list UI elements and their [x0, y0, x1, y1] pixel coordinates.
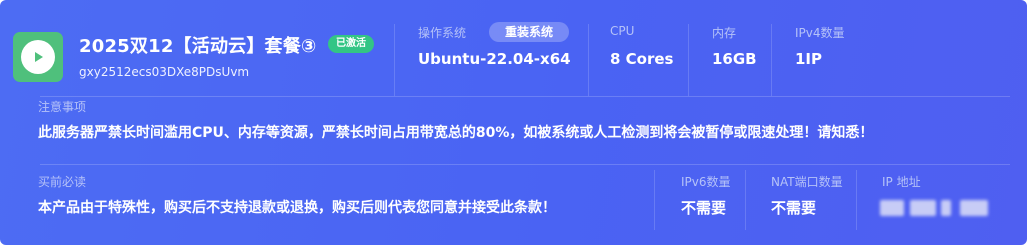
notice-text: 此服务器严禁长时间滥用CPU、内存等资源，严禁长时间占用带宽总的80%，如被系统… — [38, 125, 874, 141]
instance-title: 2025双12【活动云】套餐③ — [79, 36, 317, 57]
divider — [654, 170, 655, 230]
nat-label: NAT端口数量 — [771, 175, 843, 189]
cpu-value: 8 Cores — [610, 50, 674, 68]
purchase-text: 本产品由于特殊性，购买后不支持退款或退换，购买后则代表您同意并接受此条款！ — [38, 200, 556, 216]
redacted-ip — [910, 200, 936, 216]
divider — [688, 24, 689, 96]
cpu-label: CPU — [610, 24, 635, 38]
divider — [771, 24, 772, 96]
notice-label: 注意事项 — [38, 100, 87, 114]
redacted-ip — [941, 200, 951, 216]
ipv6-label: IPv6数量 — [681, 175, 731, 189]
redacted-ip — [960, 200, 988, 216]
divider — [394, 24, 395, 96]
purchase-label: 买前必读 — [38, 175, 87, 189]
os-value: Ubuntu-22.04-x64 — [418, 50, 571, 68]
instance-card: 2025双12【活动云】套餐③ 已激活 gxy2512ecs03DXe8PDsU… — [0, 0, 1027, 245]
divider — [856, 170, 857, 230]
instance-id: gxy2512ecs03DXe8PDsUvm — [79, 65, 250, 79]
os-label: 操作系统 — [418, 26, 467, 40]
redacted-ip — [880, 200, 904, 216]
status-badge: 已激活 — [328, 35, 374, 53]
divider — [40, 96, 1010, 97]
reinstall-os-button[interactable]: 重装系统 — [489, 22, 569, 42]
memory-value: 16GB — [712, 50, 757, 68]
ipv6-value: 不需要 — [681, 199, 727, 217]
nat-value: 不需要 — [771, 199, 817, 217]
memory-label: 内存 — [712, 26, 737, 40]
ipv4-value: 1IP — [795, 50, 823, 68]
instance-logo — [13, 32, 63, 82]
play-icon — [21, 40, 55, 74]
ip-address-label: IP 地址 — [882, 175, 921, 189]
divider — [40, 164, 1010, 165]
divider — [745, 170, 746, 230]
divider — [588, 24, 589, 96]
ipv4-label: IPv4数量 — [795, 26, 845, 40]
